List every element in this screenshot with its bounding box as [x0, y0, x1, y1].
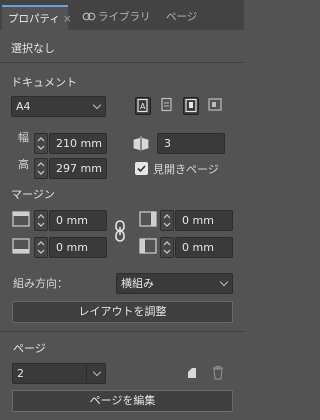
- pages-count-icon: [131, 134, 151, 155]
- height-field[interactable]: 297 mm: [49, 158, 107, 179]
- section-title-margins: マージン: [11, 188, 55, 201]
- link-margins-icon[interactable]: [114, 220, 126, 245]
- selection-status: 選択なし: [11, 42, 55, 55]
- edit-pages-button[interactable]: ページを編集: [12, 390, 233, 412]
- facing-pages-checkbox[interactable]: [135, 162, 148, 175]
- margin-right-icon: [139, 238, 157, 257]
- height-value: 297 mm: [56, 162, 102, 175]
- margin-right-value: 0 mm: [182, 241, 214, 254]
- width-field[interactable]: 210 mm: [49, 133, 107, 154]
- width-value: 210 mm: [56, 137, 102, 150]
- delete-page-icon[interactable]: [211, 365, 225, 383]
- section-title-document: ドキュメント: [11, 76, 77, 89]
- page-select-dropdown[interactable]: 2: [12, 363, 106, 384]
- width-stepper[interactable]: [34, 133, 48, 154]
- width-label: 幅: [18, 131, 29, 144]
- page-select-value: 2: [17, 367, 24, 380]
- height-stepper[interactable]: [34, 158, 48, 179]
- margin-left-field[interactable]: 0 mm: [175, 210, 233, 231]
- direction-label: 組み方向：: [13, 277, 68, 290]
- height-label: 高: [18, 158, 29, 171]
- binding-left-icon[interactable]: [183, 97, 199, 115]
- margin-left-value: 0 mm: [182, 214, 214, 227]
- section-title-pages: ページ: [13, 342, 46, 355]
- margin-bottom-field[interactable]: 0 mm: [49, 237, 107, 258]
- chevron-down-icon: [219, 277, 229, 287]
- adjust-layout-button[interactable]: レイアウトを調整: [12, 301, 233, 323]
- margin-right-field[interactable]: 0 mm: [175, 237, 233, 258]
- direction-dropdown[interactable]: 横組み: [116, 273, 233, 294]
- chevron-down-icon: [92, 367, 102, 377]
- page-size-dropdown[interactable]: A4: [11, 96, 106, 117]
- page-count-value: 3: [164, 137, 171, 150]
- margin-top-icon: [12, 211, 30, 230]
- page-count-field[interactable]: 3: [157, 133, 225, 154]
- margin-top-field[interactable]: 0 mm: [49, 210, 107, 231]
- cc-libraries-icon: [82, 11, 98, 23]
- margin-bottom-stepper[interactable]: [34, 237, 48, 258]
- margin-left-stepper[interactable]: [160, 210, 174, 231]
- margin-left-icon: [139, 211, 157, 230]
- divider: [0, 331, 244, 332]
- margin-bottom-value: 0 mm: [56, 241, 88, 254]
- margin-top-stepper[interactable]: [34, 210, 48, 231]
- facing-pages-label: 見開きページ: [153, 163, 219, 176]
- tab-pages[interactable]: ページ: [166, 5, 206, 30]
- new-page-icon[interactable]: [185, 366, 199, 383]
- tab-libraries[interactable]: ライブラリ: [82, 5, 152, 30]
- tab-close-icon[interactable]: ×: [63, 13, 72, 25]
- margin-right-stepper[interactable]: [160, 237, 174, 258]
- tab-properties[interactable]: プロパティ ×: [2, 5, 72, 30]
- binding-right-icon[interactable]: [207, 97, 223, 115]
- divider: [0, 62, 244, 63]
- portrait-orientation-icon[interactable]: A: [135, 97, 151, 115]
- landscape-orientation-icon[interactable]: [159, 97, 175, 115]
- page-size-value: A4: [16, 100, 31, 113]
- chevron-down-icon: [92, 100, 102, 110]
- margin-top-value: 0 mm: [56, 214, 88, 227]
- margin-bottom-icon: [12, 238, 30, 257]
- svg-text:A: A: [140, 102, 146, 111]
- dropdown-separator: [86, 364, 87, 383]
- direction-value: 横組み: [121, 277, 154, 290]
